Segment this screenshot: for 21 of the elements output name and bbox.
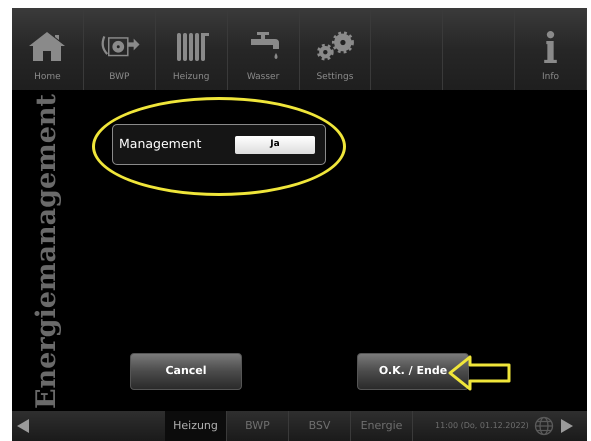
- nav-button[interactable]: Home: [12, 8, 84, 90]
- dialog-button[interactable]: O.K. / Ende: [357, 353, 469, 390]
- left-arrow-icon[interactable]: [17, 419, 29, 433]
- datetime-text: 11:00 (Do, 01.12.2022): [435, 420, 529, 432]
- bottom-tab[interactable]: Energie: [351, 411, 413, 441]
- nav-button[interactable]: Settings: [300, 8, 372, 90]
- nav-button[interactable]: Info: [515, 8, 587, 90]
- page-title: Energiemanagement: [32, 94, 60, 409]
- bottom-tab[interactable]: BWP: [227, 411, 289, 441]
- bottom-tab[interactable]: BSV: [289, 411, 351, 441]
- nav-button[interactable]: BWP: [84, 8, 156, 90]
- nav-button[interactable]: Wasser: [228, 8, 300, 90]
- globe-icon[interactable]: [534, 416, 554, 436]
- arrow-pointer-icon: [448, 355, 512, 391]
- nav-button[interactable]: Heizung: [156, 8, 228, 90]
- setting-label: Management: [119, 135, 202, 154]
- setting-value-button[interactable]: Ja: [235, 136, 315, 154]
- dialog-button[interactable]: Cancel: [130, 353, 242, 390]
- bottom-tab[interactable]: Heizung: [165, 411, 227, 441]
- right-arrow-icon[interactable]: [560, 419, 573, 433]
- info-icon: [544, 30, 558, 62]
